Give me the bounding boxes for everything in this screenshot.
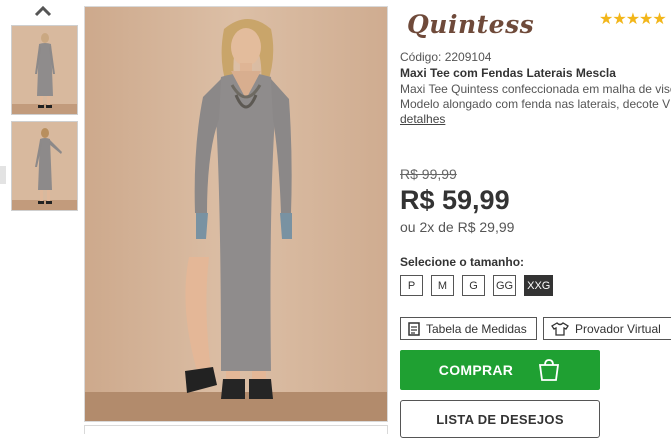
- size-option-g[interactable]: G: [462, 275, 485, 296]
- current-price: R$ 59,99: [400, 185, 510, 215]
- size-chart-button[interactable]: Tabela de Medidas: [400, 317, 537, 340]
- wishlist-button-label: LISTA DE DESEJOS: [436, 411, 564, 427]
- installments-text: ou 2x de R$ 29,99: [400, 219, 515, 235]
- buy-button-label: COMPRAR: [438, 362, 514, 378]
- document-icon: [408, 321, 420, 336]
- size-option-xxg[interactable]: XXG: [524, 275, 554, 296]
- chevron-up-icon: [34, 5, 52, 17]
- product-description: Maxi Tee Quintess confeccionada em malha…: [400, 82, 671, 127]
- size-option-p[interactable]: P: [400, 275, 423, 296]
- product-code: Código: 2209104: [400, 50, 492, 64]
- size-option-gg[interactable]: GG: [493, 275, 517, 296]
- size-chart-label: Tabela de Medidas: [426, 321, 527, 336]
- size-option-m[interactable]: M: [431, 275, 454, 296]
- photo-footer-border: [84, 425, 388, 434]
- virtual-fitting-button[interactable]: Provador Virtual: [543, 317, 671, 340]
- thumbnail-front-image: [12, 26, 77, 114]
- main-product-image[interactable]: [84, 6, 388, 422]
- description-line-1: Maxi Tee Quintess confeccionada em malha…: [400, 82, 671, 96]
- brand-logo[interactable]: Quintess: [407, 10, 534, 39]
- tshirt-icon: [551, 321, 569, 336]
- gallery-edge-marker: [0, 166, 6, 184]
- old-price: R$ 99,99: [400, 166, 457, 182]
- buy-button[interactable]: COMPRAR: [400, 350, 600, 390]
- wishlist-button[interactable]: LISTA DE DESEJOS: [400, 400, 600, 438]
- size-selector-label: Selecione o tamanho:: [400, 255, 525, 269]
- description-line-2: Modelo alongado com fenda nas laterais, …: [400, 97, 671, 111]
- thumbnail-front[interactable]: [11, 25, 78, 115]
- thumbnail-back-image: [12, 122, 77, 210]
- rating-stars[interactable]: ★★★★★: [599, 9, 667, 29]
- shopping-bag-icon: [539, 359, 560, 381]
- virtual-fitting-label: Provador Virtual: [575, 321, 661, 336]
- product-title: Maxi Tee com Fendas Laterais Mescla: [400, 66, 616, 80]
- thumbnail-scroll-up-button[interactable]: [30, 2, 56, 20]
- size-selector: P M G GG XXG: [400, 275, 554, 296]
- product-photo: [85, 7, 387, 421]
- thumbnail-back[interactable]: [11, 121, 78, 211]
- details-link[interactable]: detalhes: [400, 112, 445, 126]
